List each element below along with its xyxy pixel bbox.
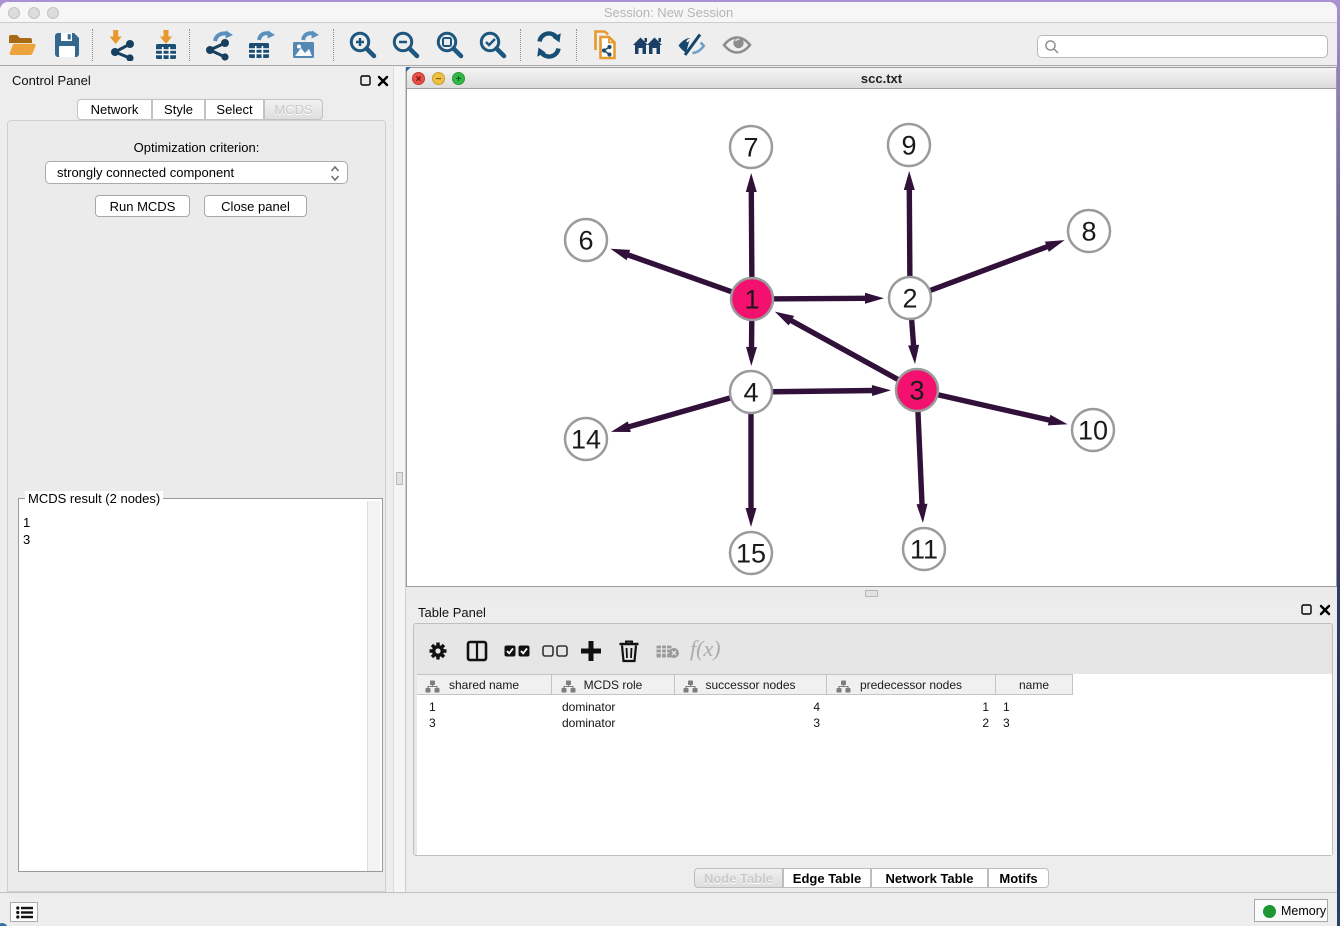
svg-text:2: 2 bbox=[902, 284, 917, 314]
svg-text:4: 4 bbox=[743, 378, 758, 408]
svg-text:3: 3 bbox=[909, 376, 924, 406]
svg-text:7: 7 bbox=[743, 133, 758, 163]
svg-text:11: 11 bbox=[910, 535, 938, 565]
svg-text:9: 9 bbox=[901, 131, 916, 161]
svg-text:8: 8 bbox=[1081, 217, 1096, 247]
svg-text:14: 14 bbox=[571, 425, 601, 455]
svg-text:15: 15 bbox=[736, 539, 766, 569]
svg-text:1: 1 bbox=[744, 285, 759, 315]
svg-text:6: 6 bbox=[578, 226, 593, 256]
svg-text:10: 10 bbox=[1078, 416, 1108, 446]
